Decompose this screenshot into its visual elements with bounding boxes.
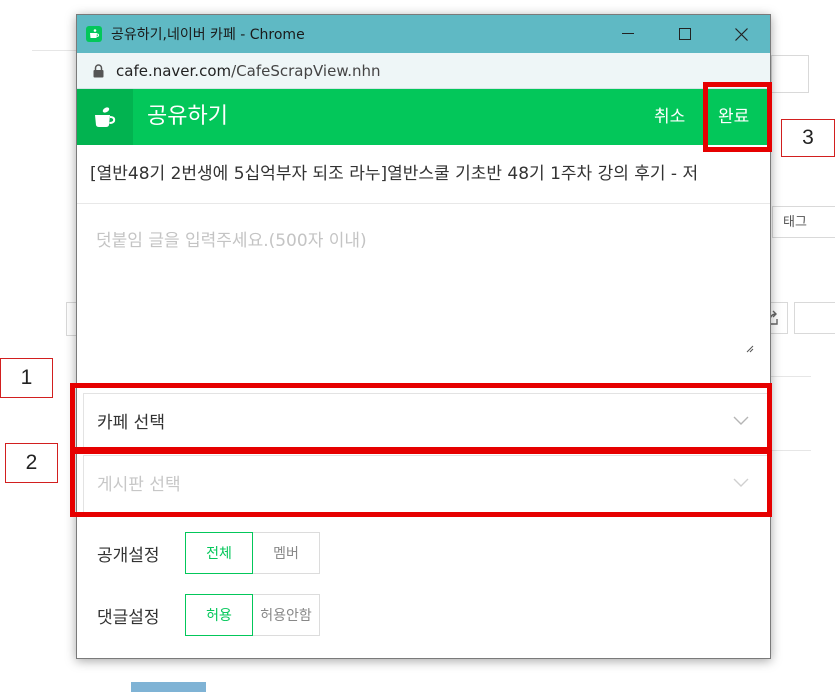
window-title: 공유하기,네이버 카페 - Chrome (111, 27, 305, 43)
share-popup-window: 공유하기,네이버 카페 - Chrome cafe.naver.com/Cafe… (76, 14, 771, 659)
background-tag-button: 태그 (772, 206, 835, 238)
visibility-toggle: 전체 멤버 (185, 532, 320, 574)
comment-placeholder: 덧붙임 글을 입력주세요.(500자 이내) (96, 231, 367, 251)
cafe-select-label: 카페 선택 (97, 413, 165, 433)
annotation-label-3: 3 (781, 119, 835, 157)
board-select-label: 게시판 선택 (97, 475, 181, 495)
board-select-dropdown[interactable]: 게시판 선택 (83, 455, 768, 513)
share-header: 공유하기 취소 완료 (77, 89, 770, 145)
background-button (794, 302, 835, 334)
comment-setting: 댓글설정 허용 허용안함 (97, 594, 320, 636)
resize-handle-icon[interactable] (744, 343, 754, 353)
annotation-label-2: 2 (5, 443, 58, 483)
comment-option-disallow[interactable]: 허용안함 (253, 595, 319, 635)
background-divider (771, 376, 811, 377)
page-url: cafe.naver.com/CafeScrapView.nhn (116, 61, 381, 80)
visibility-option-members[interactable]: 멤버 (253, 533, 319, 573)
window-titlebar[interactable]: 공유하기,네이버 카페 - Chrome (77, 15, 770, 53)
close-button[interactable] (713, 15, 770, 53)
cafe-select-dropdown[interactable]: 카페 선택 (83, 393, 768, 451)
background-thumbnail (131, 682, 206, 692)
background-divider (771, 450, 811, 451)
annotation-label-1: 1 (0, 358, 53, 398)
background-divider (32, 50, 76, 51)
address-bar[interactable]: cafe.naver.com/CafeScrapView.nhn (77, 53, 770, 89)
comment-textarea[interactable]: 덧붙임 글을 입력주세요.(500자 이내) (77, 204, 770, 367)
cancel-button[interactable]: 취소 (654, 89, 685, 145)
background-search-box (771, 55, 809, 93)
comment-toggle: 허용 허용안함 (185, 594, 320, 636)
chevron-down-icon (733, 416, 749, 425)
cafe-app-icon (86, 26, 102, 42)
lock-icon (93, 63, 104, 77)
cafe-logo-icon (77, 89, 133, 145)
minimize-button[interactable] (599, 15, 656, 53)
shared-article-title: [열반48기 2번생에 5십억부자 되조 라누]열반스쿨 기초반 48기 1주차… (77, 145, 770, 204)
comment-option-allow[interactable]: 허용 (185, 594, 253, 636)
visibility-option-all[interactable]: 전체 (185, 532, 253, 574)
visibility-setting-label: 공개설정 (97, 545, 160, 566)
done-button[interactable]: 완료 (718, 89, 749, 145)
page-title: 공유하기 (147, 104, 228, 129)
comment-setting-label: 댓글설정 (97, 607, 160, 628)
visibility-setting: 공개설정 전체 멤버 (97, 532, 320, 574)
maximize-button[interactable] (656, 15, 713, 53)
chevron-down-icon (733, 478, 749, 487)
